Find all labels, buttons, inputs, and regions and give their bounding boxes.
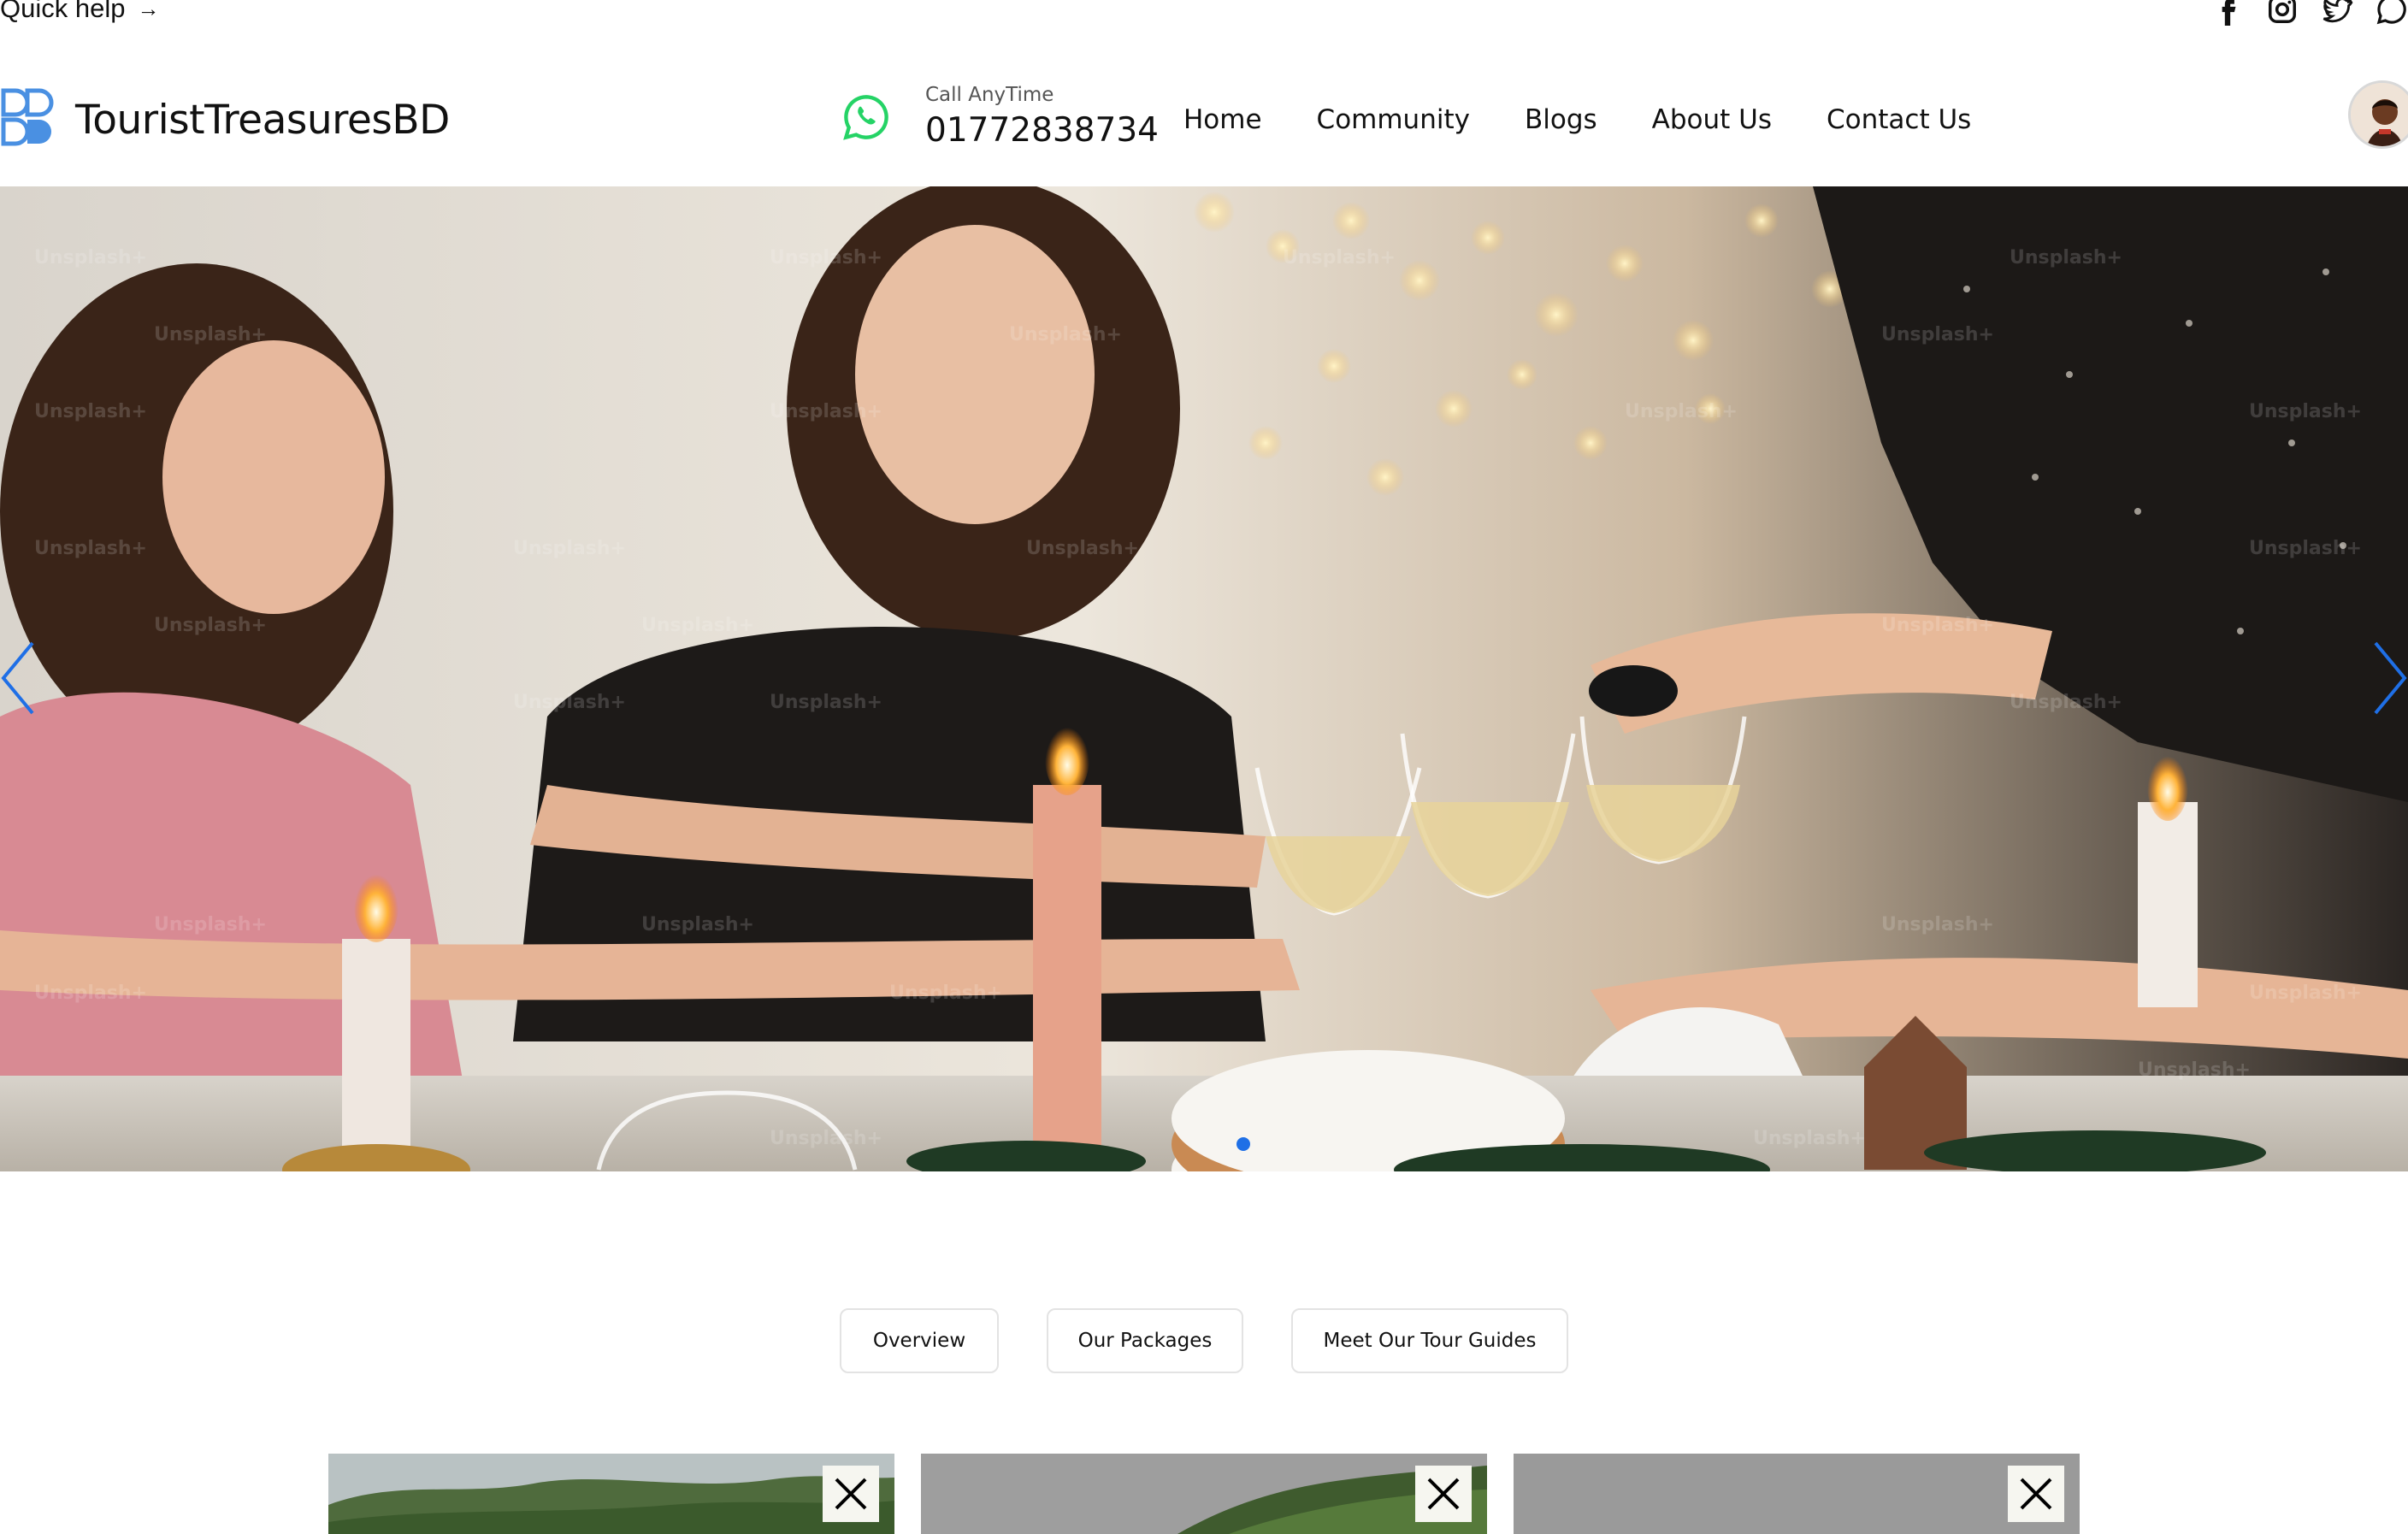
whatsapp-call-icon[interactable] [841,92,891,142]
package-card[interactable] [328,1454,894,1534]
svg-text:Unsplash+: Unsplash+ [154,914,267,935]
twitter-icon[interactable] [2321,0,2353,26]
card-image [328,1454,894,1534]
carousel-dot-active[interactable] [1236,1137,1250,1151]
svg-text:Unsplash+: Unsplash+ [513,692,626,713]
call-label: Call AnyTime [925,84,1054,106]
svg-text:Unsplash+: Unsplash+ [2010,692,2122,713]
svg-text:Unsplash+: Unsplash+ [1625,401,1738,422]
svg-text:Unsplash+: Unsplash+ [770,1128,882,1149]
package-card[interactable] [1514,1454,2080,1534]
svg-text:Unsplash+: Unsplash+ [34,247,147,268]
quick-help-link[interactable]: Quick help → [0,0,159,24]
section-tabs: Overview Our Packages Meet Our Tour Guid… [0,1308,2408,1373]
top-strip: Quick help → [0,0,2408,34]
tab-overview[interactable]: Overview [840,1308,999,1373]
card-image [921,1454,1487,1534]
facebook-icon[interactable] [2211,0,2244,26]
whatsapp-icon[interactable] [2376,0,2408,26]
svg-text:Unsplash+: Unsplash+ [34,538,147,559]
svg-text:Unsplash+: Unsplash+ [1881,615,1994,636]
nav-community[interactable]: Community [1317,104,1470,135]
svg-text:Unsplash+: Unsplash+ [34,401,147,422]
svg-text:Unsplash+: Unsplash+ [154,324,267,345]
svg-text:Unsplash+: Unsplash+ [1026,538,1139,559]
nav-blogs[interactable]: Blogs [1525,104,1597,135]
close-icon[interactable] [1415,1466,1472,1522]
nav-about-us[interactable]: About Us [1652,104,1772,135]
svg-text:Unsplash+: Unsplash+ [154,615,267,636]
call-number[interactable]: 01772838734 [925,111,1159,150]
svg-text:Unsplash+: Unsplash+ [1009,324,1122,345]
svg-text:Unsplash+: Unsplash+ [641,615,754,636]
svg-text:Unsplash+: Unsplash+ [641,914,754,935]
site-name: TouristTreasuresBD [75,96,450,144]
svg-text:Unsplash+: Unsplash+ [2249,538,2362,559]
social-links [2211,0,2408,26]
svg-text:Unsplash+: Unsplash+ [1881,324,1994,345]
logo-mark-icon [1,88,54,146]
close-icon[interactable] [2008,1466,2064,1522]
tab-our-packages[interactable]: Our Packages [1047,1308,1243,1373]
svg-text:Unsplash+: Unsplash+ [34,982,147,1004]
hero-image: Unsplash+ Unsplash+ Unsplash+ Unsplash+ Uns… [0,186,2408,1171]
user-avatar[interactable] [2348,80,2408,149]
tab-meet-our-tour-guides[interactable]: Meet Our Tour Guides [1291,1308,1568,1373]
carousel-next-icon[interactable] [2367,640,2408,717]
svg-text:Unsplash+: Unsplash+ [1753,1128,1866,1149]
arrow-right-icon: → [137,0,160,21]
call-info: Call AnyTime 01772838734 [925,84,1159,150]
site-header: TouristTreasuresBD Call AnyTime 01772838… [0,68,2408,186]
call-anytime: Call AnyTime 01772838734 [841,84,1159,150]
svg-text:Unsplash+: Unsplash+ [1283,247,1396,268]
svg-text:Unsplash+: Unsplash+ [2138,1059,2251,1081]
nav-home[interactable]: Home [1183,104,1262,135]
nav-contact-us[interactable]: Contact Us [1827,104,1971,135]
carousel-prev-icon[interactable] [0,640,41,717]
svg-text:Unsplash+: Unsplash+ [770,401,882,422]
svg-text:Unsplash+: Unsplash+ [2010,247,2122,268]
package-card[interactable] [921,1454,1487,1534]
svg-text:Unsplash+: Unsplash+ [889,982,1002,1004]
svg-text:Unsplash+: Unsplash+ [770,692,882,713]
quick-help-label: Quick help [0,0,126,23]
svg-text:Unsplash+: Unsplash+ [513,538,626,559]
svg-text:Unsplash+: Unsplash+ [1881,914,1994,935]
close-icon[interactable] [823,1466,879,1522]
svg-text:Unsplash+: Unsplash+ [2249,982,2362,1004]
svg-text:Unsplash+: Unsplash+ [2249,401,2362,422]
site-logo[interactable]: TouristTreasuresBD [0,86,450,154]
main-nav: Home Community Blogs About Us Contact Us [1183,104,1971,135]
card-image [1514,1454,2080,1534]
instagram-icon[interactable] [2266,0,2299,26]
svg-text:Unsplash+: Unsplash+ [770,247,882,268]
hero-carousel: Unsplash+ Unsplash+ Unsplash+ Unsplash+ Uns… [0,186,2408,1171]
